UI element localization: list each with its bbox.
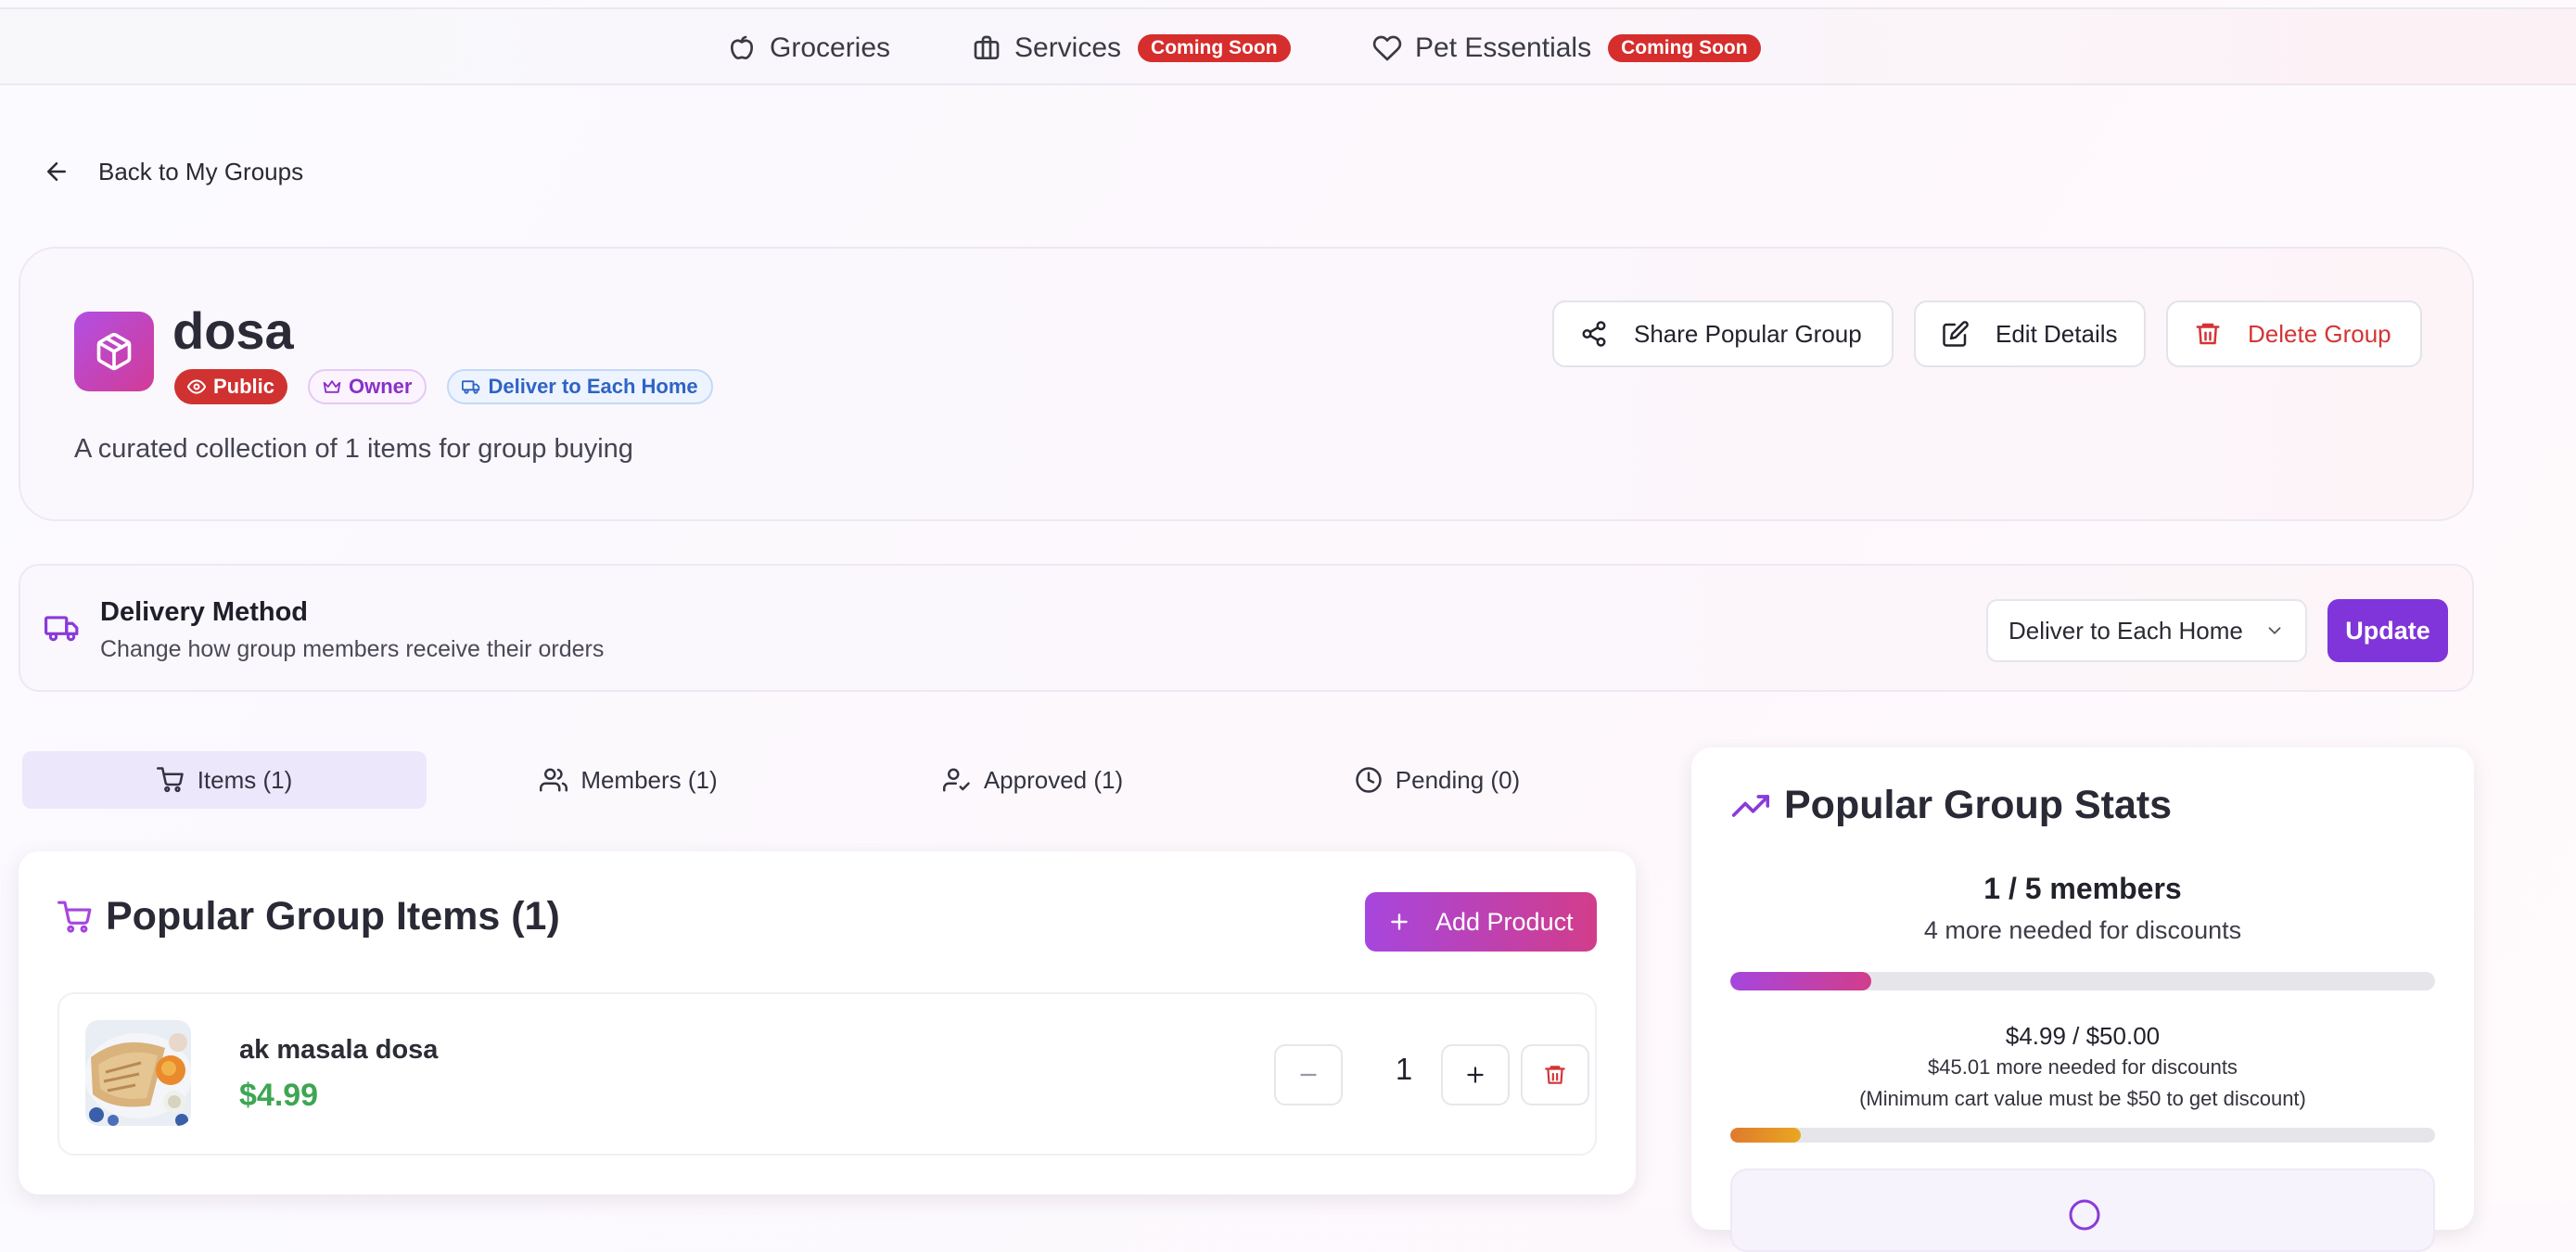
- share-icon: [1582, 321, 1606, 347]
- delivery-method-select[interactable]: Deliver to Each Home: [1986, 599, 2307, 662]
- delivery-select-value: Deliver to Each Home: [2009, 616, 2243, 645]
- crown-icon: [323, 380, 341, 393]
- chevron-down-icon: [2268, 627, 2281, 634]
- group-stats-card: Popular Group Stats 1 / 5 members 4 more…: [1691, 747, 2474, 1252]
- stats-info-panel: [1730, 1169, 2435, 1252]
- list-item: ak masala dosa $4.99 1: [57, 992, 1597, 1156]
- trash-icon: [2196, 323, 2220, 345]
- group-tags: Public Owner Deliver to Each Home: [174, 369, 713, 404]
- group-description: A curated collection of 1 items for grou…: [74, 434, 633, 464]
- members-needed-text: 4 more needed for discounts: [1923, 916, 2242, 944]
- tab-pending[interactable]: Pending (0): [1235, 751, 1639, 809]
- truck-icon: [462, 380, 480, 394]
- truck-icon: [45, 616, 79, 642]
- delivery-method-subtitle: Change how group members receive their o…: [100, 636, 605, 662]
- arrow-left-icon: [47, 162, 66, 181]
- decrease-quantity-button[interactable]: [1274, 1044, 1343, 1105]
- group-title: dosa: [172, 301, 294, 360]
- apple-icon: [731, 35, 753, 59]
- nav-label-pet-essentials: Pet Essentials: [1415, 32, 1592, 63]
- tab-items-label: Items (1): [197, 765, 293, 794]
- delivery-method-title: Delivery Method: [100, 597, 308, 627]
- delete-group-button[interactable]: Delete Group: [2166, 300, 2422, 367]
- nav-label-services: Services: [1014, 32, 1122, 63]
- user-check-icon: [942, 768, 970, 792]
- edit-details-button[interactable]: Edit Details: [1914, 300, 2146, 367]
- public-label: Public: [213, 375, 275, 398]
- cart-icon: [156, 767, 184, 793]
- edit-icon: [1943, 321, 1969, 347]
- trash-icon: [1545, 1066, 1565, 1084]
- delivery-badge-label: Deliver to Each Home: [488, 375, 698, 398]
- delivery-badge: Deliver to Each Home: [447, 369, 713, 404]
- cart-needed-text: $45.01 more needed for discounts: [1928, 1055, 2238, 1079]
- minus-icon: [1300, 1073, 1317, 1077]
- share-group-button[interactable]: Share Popular Group: [1552, 300, 1894, 367]
- share-label: Share Popular Group: [1634, 319, 1862, 348]
- nav-item-services[interactable]: Services Coming Soon: [972, 9, 1291, 87]
- trending-up-icon: [1732, 794, 1769, 817]
- coming-soon-badge: Coming Soon: [1608, 34, 1761, 62]
- stats-title: Popular Group Stats: [1784, 783, 2173, 827]
- owner-label: Owner: [349, 375, 413, 398]
- tab-members-label: Members (1): [580, 765, 718, 794]
- increase-quantity-button[interactable]: [1441, 1044, 1510, 1105]
- delivery-method-card: Delivery Method Change how group members…: [19, 564, 2474, 692]
- heart-icon: [1372, 35, 1402, 61]
- edit-label: Edit Details: [1996, 319, 2118, 348]
- cart-progress-bar: [1730, 1128, 2435, 1143]
- items-panel-title: Popular Group Items (1): [106, 894, 560, 939]
- top-nav: Groceries Services Coming Soon Pet Essen…: [0, 7, 2576, 85]
- quantity-value: 1: [1395, 1052, 1413, 1086]
- product-image: [85, 1020, 191, 1126]
- update-delivery-button[interactable]: Update: [2327, 599, 2448, 662]
- nav-item-groceries[interactable]: Groceries: [727, 9, 890, 87]
- tab-members[interactable]: Members (1): [427, 751, 831, 809]
- back-to-groups-link[interactable]: Back to My Groups: [43, 150, 303, 193]
- add-product-button[interactable]: Add Product: [1365, 892, 1597, 952]
- tab-items[interactable]: Items (1): [22, 751, 427, 809]
- plus-icon: [1391, 913, 1408, 930]
- back-label: Back to My Groups: [98, 157, 304, 185]
- briefcase-icon: [974, 35, 1000, 59]
- add-product-label: Add Product: [1435, 907, 1574, 936]
- cart-progress-fill: [1730, 1128, 1801, 1143]
- group-header-card: dosa Public Owner Deliver to Each Home A…: [19, 247, 2474, 521]
- members-count: 1 / 5 members: [1983, 872, 2182, 905]
- product-price: $4.99: [239, 1078, 319, 1113]
- owner-badge: Owner: [308, 369, 427, 404]
- cart-minimum-text: (Minimum cart value must be $50 to get d…: [1859, 1087, 2306, 1110]
- product-name: ak masala dosa: [239, 1035, 439, 1065]
- remove-item-button[interactable]: [1521, 1044, 1589, 1105]
- members-progress-fill: [1730, 972, 1871, 990]
- users-icon: [540, 768, 568, 792]
- group-items-card: Popular Group Items (1) Add Product ak m…: [19, 851, 1636, 1195]
- delete-label: Delete Group: [2248, 319, 2391, 348]
- nav-label-groceries: Groceries: [770, 32, 891, 63]
- tab-approved-label: Approved (1): [983, 765, 1124, 794]
- plus-icon: [1467, 1067, 1484, 1083]
- group-avatar: [74, 312, 154, 391]
- clock-icon: [1356, 767, 1382, 793]
- info-icon: [2069, 1199, 2100, 1231]
- eye-icon: [187, 379, 206, 394]
- members-progress-bar: [1730, 972, 2435, 990]
- public-badge: Public: [174, 369, 288, 404]
- tab-pending-label: Pending (0): [1395, 765, 1521, 794]
- cart-icon: [57, 901, 92, 933]
- group-tabs: Items (1) Members (1) Approved (1) Pendi…: [22, 751, 1636, 809]
- stats-heading: Popular Group Stats: [1732, 783, 2172, 828]
- nav-item-pet-essentials[interactable]: Pet Essentials Coming Soon: [1372, 9, 1761, 87]
- tab-approved[interactable]: Approved (1): [831, 751, 1235, 809]
- package-icon: [96, 332, 132, 371]
- cart-value: $4.99 / $50.00: [2005, 1022, 2161, 1050]
- items-panel-heading: Popular Group Items (1): [57, 894, 560, 939]
- coming-soon-badge: Coming Soon: [1138, 34, 1291, 62]
